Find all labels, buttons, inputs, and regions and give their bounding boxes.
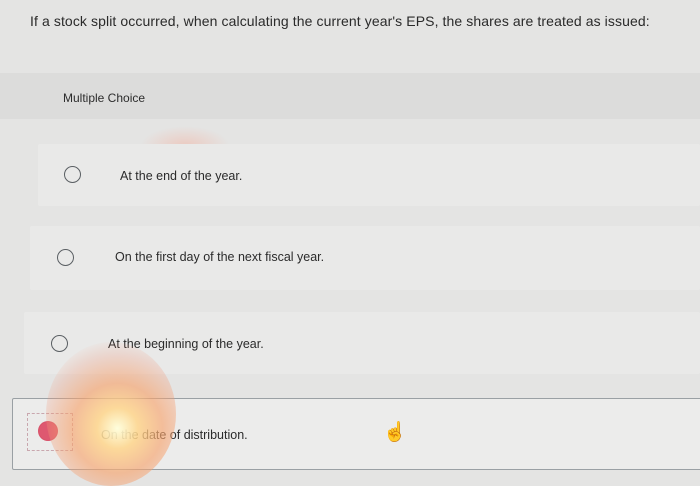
radio-button-icon[interactable] — [51, 335, 68, 352]
answer-option-1[interactable]: At the end of the year. — [38, 144, 700, 206]
answer-option-2[interactable]: On the first day of the next fiscal year… — [30, 226, 700, 290]
question-text: If a stock split occurred, when calculat… — [30, 13, 650, 29]
answer-option-label: At the beginning of the year. — [108, 337, 264, 351]
radio-button-icon[interactable] — [64, 166, 81, 183]
answer-option-label: At the end of the year. — [120, 169, 243, 183]
answer-option-label: On the first day of the next fiscal year… — [115, 250, 325, 264]
multiple-choice-label: Multiple Choice — [63, 91, 146, 105]
multiple-choice-header: Multiple Choice — [0, 73, 700, 119]
answer-option-label: On the date of distribution. — [101, 428, 248, 442]
radio-button-selected-icon[interactable] — [39, 422, 57, 440]
answer-option-4-selected[interactable]: On the date of distribution. ☝ — [12, 398, 700, 470]
radio-button-icon[interactable] — [57, 249, 74, 266]
answer-option-3[interactable]: At the beginning of the year. — [24, 312, 700, 374]
hand-pointer-icon: ☝ — [383, 422, 407, 443]
